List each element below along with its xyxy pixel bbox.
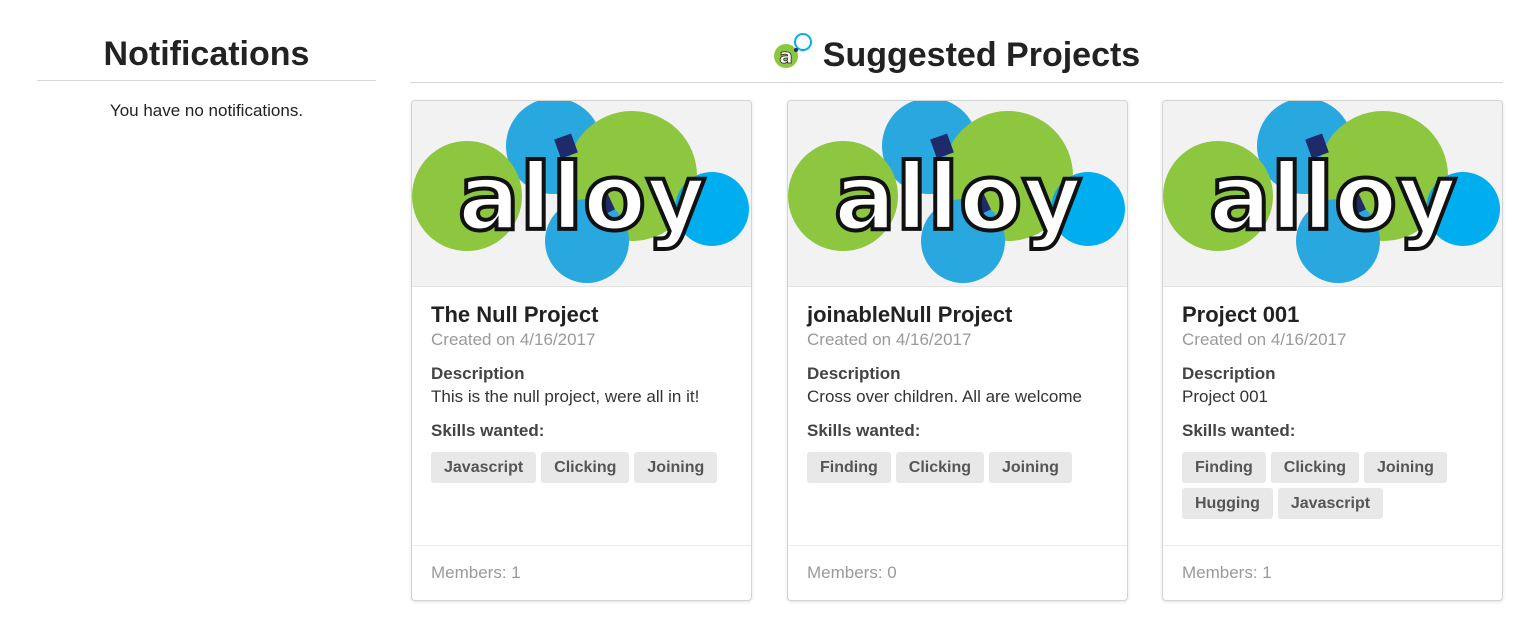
project-description: Project 001: [1182, 387, 1268, 406]
project-image: alloy: [1163, 101, 1502, 287]
notifications-title: Notifications: [37, 30, 376, 81]
notifications-empty-message: You have no notifications.: [109, 101, 304, 120]
project-created-date: Created on 4/16/2017: [431, 330, 596, 349]
skill-tag[interactable]: Clicking: [1270, 452, 1359, 483]
project-description: This is the null project, were all in it…: [431, 387, 700, 406]
description-label: Description: [807, 364, 901, 383]
description-label: Description: [1182, 364, 1276, 383]
skills-tag-list: Javascript Clicking Joining: [431, 452, 731, 483]
project-description: Cross over children. All are welcome: [807, 387, 1082, 406]
description-label: Description: [431, 364, 525, 383]
project-card[interactable]: alloy joinableNull Project Created on 4/…: [787, 100, 1128, 601]
project-image: alloy: [412, 101, 751, 287]
project-card-body: The Null Project Created on 4/16/2017 De…: [412, 287, 751, 483]
skills-wanted-label: Skills wanted:: [807, 421, 921, 440]
logo-word: alloy: [1209, 144, 1457, 251]
project-card-list: alloy The Null Project Created on 4/16/2…: [410, 83, 1503, 603]
suggested-projects-panel: a Suggested Projects alloy The Null Proj…: [410, 28, 1503, 603]
notifications-panel: Notifications You have no notifications.: [37, 30, 376, 121]
project-created-date: Created on 4/16/2017: [1182, 330, 1347, 349]
skills-tag-list: Finding Clicking Joining Hugging Javascr…: [1182, 452, 1482, 519]
project-title[interactable]: Project 001: [1182, 301, 1483, 329]
logo-word: alloy: [458, 144, 706, 251]
project-title[interactable]: The Null Project: [431, 301, 732, 329]
skill-tag[interactable]: Clicking: [541, 452, 630, 483]
skill-tag[interactable]: Clicking: [895, 452, 984, 483]
alloy-logo-image: alloy: [412, 101, 749, 283]
project-card[interactable]: alloy The Null Project Created on 4/16/2…: [411, 100, 752, 601]
logo-word: alloy: [834, 144, 1082, 251]
skills-tag-list: Finding Clicking Joining: [807, 452, 1107, 483]
skill-tag[interactable]: Finding: [1182, 452, 1266, 483]
skill-tag[interactable]: Javascript: [1277, 488, 1384, 519]
project-members-count: Members: 1: [1163, 545, 1502, 600]
skill-tag[interactable]: Joining: [634, 452, 718, 483]
project-card-body: Project 001 Created on 4/16/2017 Descrip…: [1163, 287, 1502, 519]
alloy-logo-image: alloy: [788, 101, 1125, 283]
suggested-projects-header: a Suggested Projects: [410, 28, 1503, 83]
alloy-logo-image: alloy: [1163, 101, 1500, 283]
project-members-count: Members: 0: [788, 545, 1127, 600]
skills-wanted-label: Skills wanted:: [1182, 421, 1296, 440]
project-created-date: Created on 4/16/2017: [807, 330, 972, 349]
skill-tag[interactable]: Joining: [989, 452, 1072, 483]
project-title[interactable]: joinableNull Project: [807, 301, 1108, 329]
dashboard-page: Notifications You have no notifications.…: [0, 0, 1525, 620]
project-card[interactable]: alloy Project 001 Created on 4/16/2017 D…: [1162, 100, 1503, 601]
skill-tag[interactable]: Finding: [807, 452, 891, 483]
project-members-count: Members: 1: [412, 545, 751, 600]
project-card-body: joinableNull Project Created on 4/16/201…: [788, 287, 1127, 483]
skill-tag[interactable]: Hugging: [1182, 488, 1273, 519]
skill-tag[interactable]: Joining: [1364, 452, 1447, 483]
alloy-brand-icon: a: [773, 33, 812, 68]
suggested-projects-title: Suggested Projects: [822, 36, 1141, 74]
svg-text:a: a: [779, 44, 793, 68]
project-image: alloy: [788, 101, 1127, 287]
skill-tag[interactable]: Javascript: [431, 452, 537, 483]
skills-wanted-label: Skills wanted:: [431, 421, 545, 440]
